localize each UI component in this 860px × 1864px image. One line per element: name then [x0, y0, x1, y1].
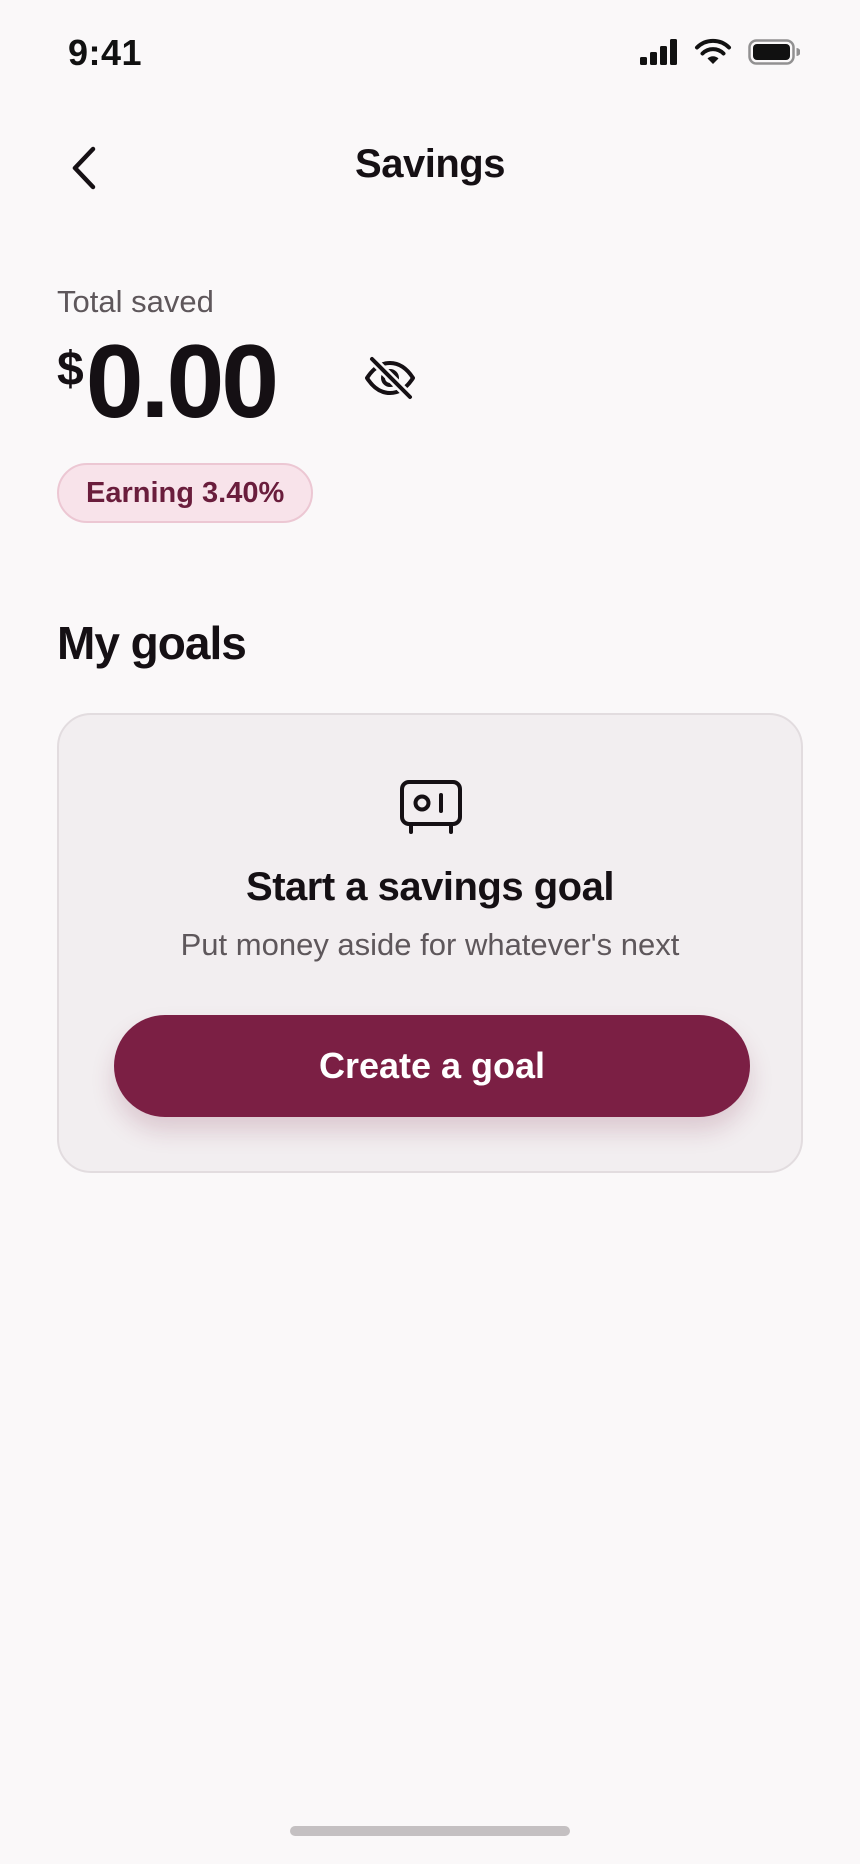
goal-card-subtitle: Put money aside for whatever's next: [180, 927, 680, 962]
create-goal-button[interactable]: Create a goal: [114, 1015, 750, 1117]
hide-balance-button[interactable]: [362, 354, 418, 402]
safe-icon: [400, 780, 462, 834]
eye-slash-icon: [365, 356, 415, 400]
battery-icon: [748, 39, 800, 65]
total-saved-label: Total saved: [57, 284, 214, 319]
home-indicator[interactable]: [290, 1826, 570, 1836]
interest-rate-badge: Earning 3.40%: [57, 463, 314, 523]
navigation-bar: Savings: [0, 120, 860, 216]
wifi-icon: [695, 38, 731, 64]
status-time: 9:41: [68, 32, 143, 73]
page-title: Savings: [355, 142, 505, 186]
cellular-signal-icon: [640, 39, 677, 65]
balance-amount: $ 0.00: [57, 324, 279, 440]
balance-value: 0.00: [85, 324, 279, 440]
savings-screen: 9:41 Savings Total saved $ 0.00 Earning …: [0, 0, 860, 1864]
currency-symbol: $: [57, 343, 84, 396]
empty-goal-card: Start a savings goal Put money aside for…: [57, 713, 803, 1173]
goal-card-title: Start a savings goal: [246, 865, 614, 909]
status-icons: [640, 38, 800, 66]
goals-section-title: My goals: [57, 617, 247, 669]
status-bar: 9:41: [0, 0, 860, 110]
